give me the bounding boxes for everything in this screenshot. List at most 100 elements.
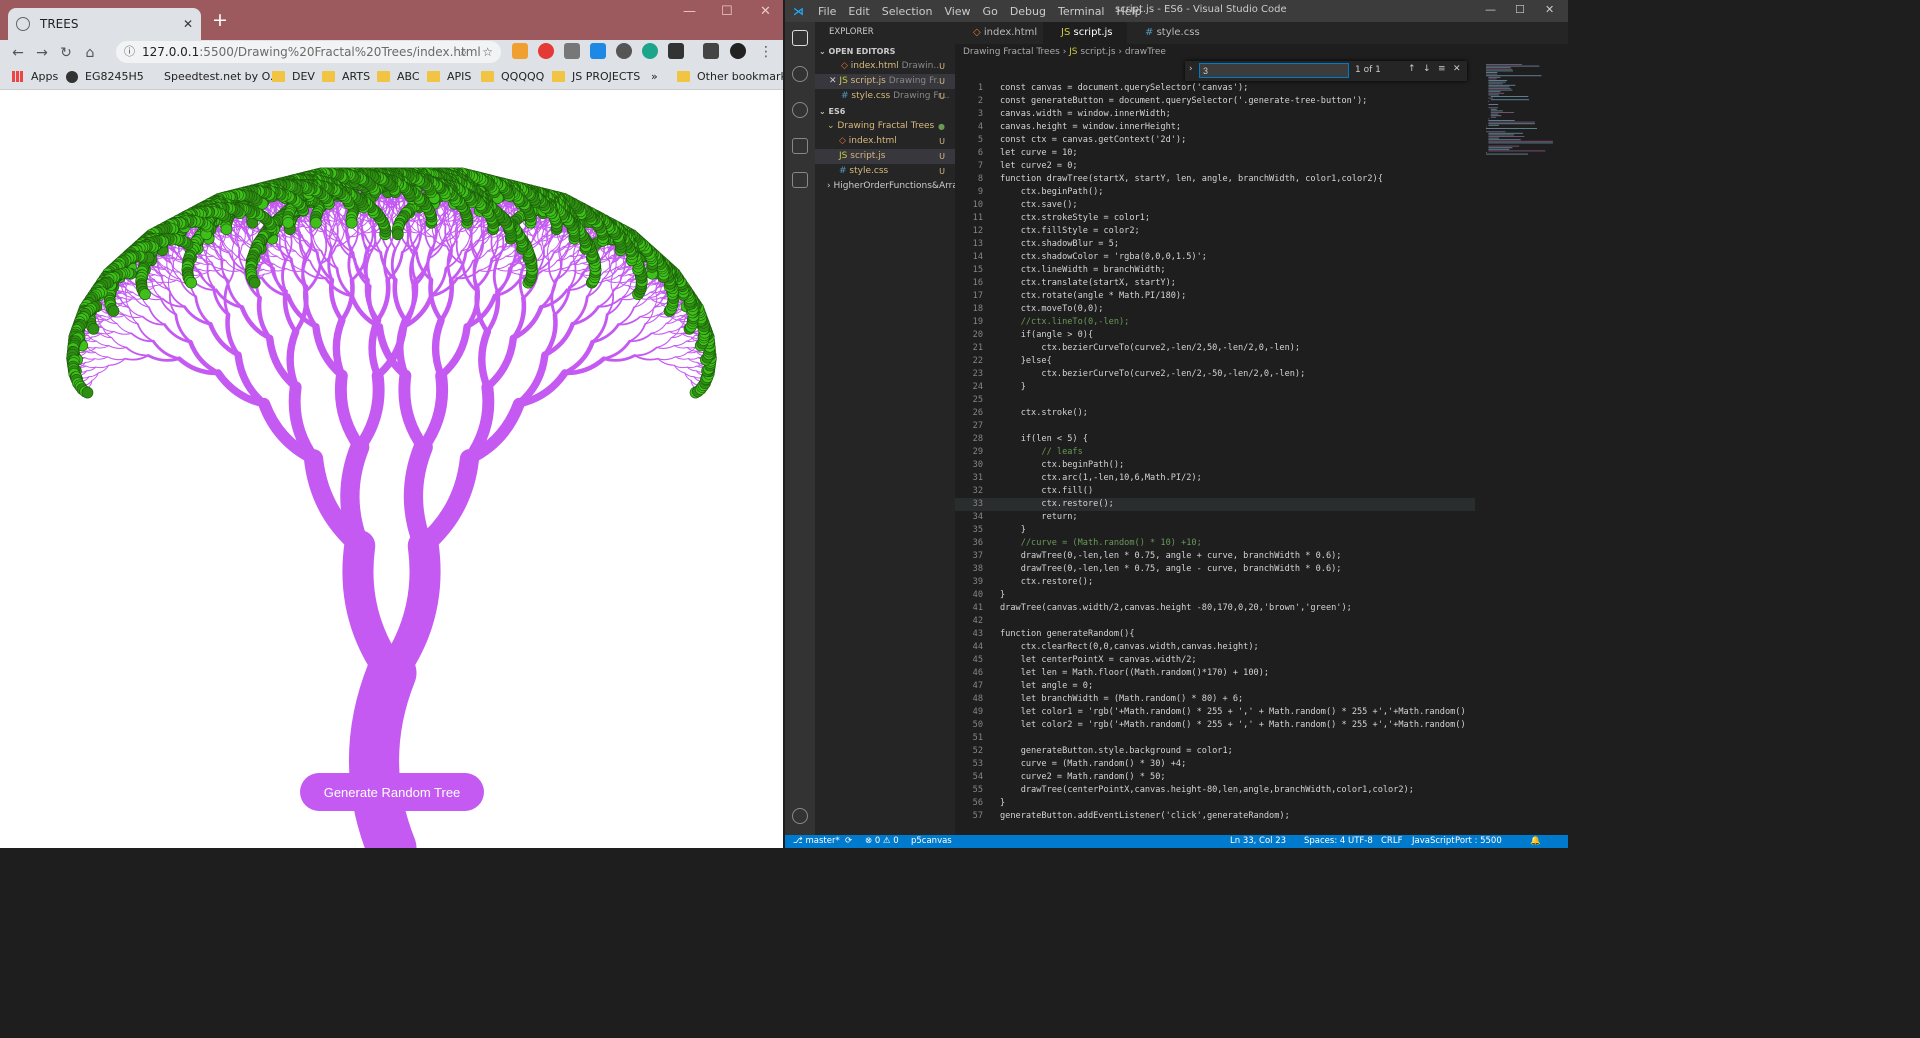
folder-icon xyxy=(377,71,390,82)
back-icon[interactable]: ← xyxy=(6,45,30,61)
branch xyxy=(353,369,385,454)
branch xyxy=(199,268,211,272)
extension-icon[interactable] xyxy=(616,43,632,59)
branch xyxy=(546,242,550,262)
branch xyxy=(208,321,241,358)
branch xyxy=(686,365,698,369)
branch xyxy=(342,530,407,689)
extension-icon[interactable] xyxy=(512,43,528,59)
branch xyxy=(475,257,494,288)
branch xyxy=(281,258,288,293)
branch xyxy=(431,316,445,380)
browser-tab[interactable]: TREES ✕ xyxy=(8,8,201,40)
bookmark-folder[interactable]: ARTS xyxy=(322,70,370,83)
bookmark-folder[interactable]: APIS xyxy=(427,70,471,83)
bookmark-folder[interactable]: JS PROJECTS xyxy=(552,70,640,83)
forward-icon[interactable]: → xyxy=(30,45,54,61)
branch xyxy=(687,357,699,360)
url-host: 127.0.0.1 xyxy=(142,45,200,59)
branch xyxy=(84,357,96,360)
bookmark-item[interactable]: EG8245H5 xyxy=(66,70,144,83)
bookmark-folder[interactable]: QQQQQ xyxy=(481,70,544,83)
menu-kebab-icon[interactable]: ⋮ xyxy=(754,44,778,60)
bookmark-label: JS PROJECTS xyxy=(572,70,641,83)
branch xyxy=(437,322,471,380)
browser-toolbar: ← → ↻ ⌂ ⓘ 127.0.0.1:5500/Drawing%20Fract… xyxy=(0,40,783,66)
branch xyxy=(258,397,320,465)
avatar[interactable] xyxy=(730,43,746,59)
globe-icon xyxy=(16,17,30,31)
branch xyxy=(651,322,667,334)
branch xyxy=(483,334,518,391)
tree-canvas xyxy=(66,167,717,848)
bookmark-folder[interactable]: ABC xyxy=(377,70,420,83)
branch xyxy=(116,322,132,334)
branch xyxy=(364,277,380,323)
folder-icon xyxy=(322,71,335,82)
branch xyxy=(375,277,391,323)
branch xyxy=(478,328,492,391)
folder-icon xyxy=(552,71,565,82)
bookmark-label: Speedtest.net by O... xyxy=(164,70,281,83)
branch xyxy=(334,369,366,454)
maximize-icon[interactable]: ☐ xyxy=(721,4,733,19)
branch xyxy=(398,369,430,454)
bookmark-apps[interactable]: Apps xyxy=(12,70,58,83)
close-window-icon[interactable]: ✕ xyxy=(760,4,771,19)
minimize-icon[interactable]: — xyxy=(683,4,696,19)
url-path: :5500/Drawing%20Fractal%20Trees/index.ht… xyxy=(199,45,481,59)
branch xyxy=(329,277,345,323)
extension-icon[interactable] xyxy=(642,43,658,59)
branch xyxy=(85,365,97,369)
extension-icon[interactable] xyxy=(564,43,580,59)
bookmark-label: Other bookmarks xyxy=(697,70,793,83)
branch xyxy=(610,273,614,293)
info-icon[interactable]: ⓘ xyxy=(124,41,135,63)
branch xyxy=(403,437,433,556)
reload-icon[interactable]: ↻ xyxy=(54,45,78,61)
branch xyxy=(572,268,584,272)
branch xyxy=(362,226,372,233)
bookmark-label: Apps xyxy=(31,70,59,83)
folder-icon xyxy=(481,71,494,82)
branch xyxy=(94,351,109,358)
address-bar[interactable]: ⓘ 127.0.0.1:5500/Drawing%20Fractal%20Tre… xyxy=(116,41,501,63)
other-bookmarks[interactable]: Other bookmarks xyxy=(677,70,793,83)
new-tab-icon[interactable]: + xyxy=(212,10,228,30)
branch xyxy=(111,337,127,349)
bookmark-folder[interactable]: DEV xyxy=(272,70,315,83)
browser-window: TREES ✕ + — ☐ ✕ ← → ↻ ⌂ ⓘ 127.0.0.1:5500… xyxy=(0,0,793,848)
folder-icon xyxy=(427,71,440,82)
bookmark-label: ABC xyxy=(397,70,420,83)
branch xyxy=(96,340,110,347)
branch xyxy=(91,372,99,382)
bookmark-star-icon[interactable]: ☆ xyxy=(482,41,493,63)
branch xyxy=(349,648,417,848)
branch xyxy=(347,247,354,282)
bookmark-item[interactable]: Speedtest.net by O... xyxy=(148,70,280,83)
extension-icon[interactable] xyxy=(590,43,606,59)
branch xyxy=(492,258,499,293)
branch xyxy=(673,340,687,347)
home-icon[interactable]: ⌂ xyxy=(78,45,102,61)
extension-icon[interactable] xyxy=(668,43,684,59)
branch xyxy=(417,369,449,454)
branch xyxy=(368,316,382,380)
close-tab-icon[interactable]: ✕ xyxy=(183,17,193,31)
branch xyxy=(656,337,672,349)
cast-icon[interactable] xyxy=(703,43,719,59)
more-bookmarks-icon[interactable]: » xyxy=(651,70,658,83)
branch xyxy=(674,351,689,358)
folder-icon xyxy=(677,71,690,82)
branch xyxy=(505,250,515,257)
folder-icon xyxy=(272,71,285,82)
extension-icon[interactable] xyxy=(538,43,554,59)
bookmark-label: QQQQQ xyxy=(501,70,545,83)
branch xyxy=(121,297,133,300)
search-icon[interactable]: ⌕ xyxy=(460,41,467,63)
tab-title: TREES xyxy=(40,17,79,31)
tab-strip: TREES ✕ + — ☐ ✕ xyxy=(0,0,783,40)
branch xyxy=(602,339,632,361)
branch xyxy=(392,277,408,323)
branch xyxy=(657,356,676,361)
